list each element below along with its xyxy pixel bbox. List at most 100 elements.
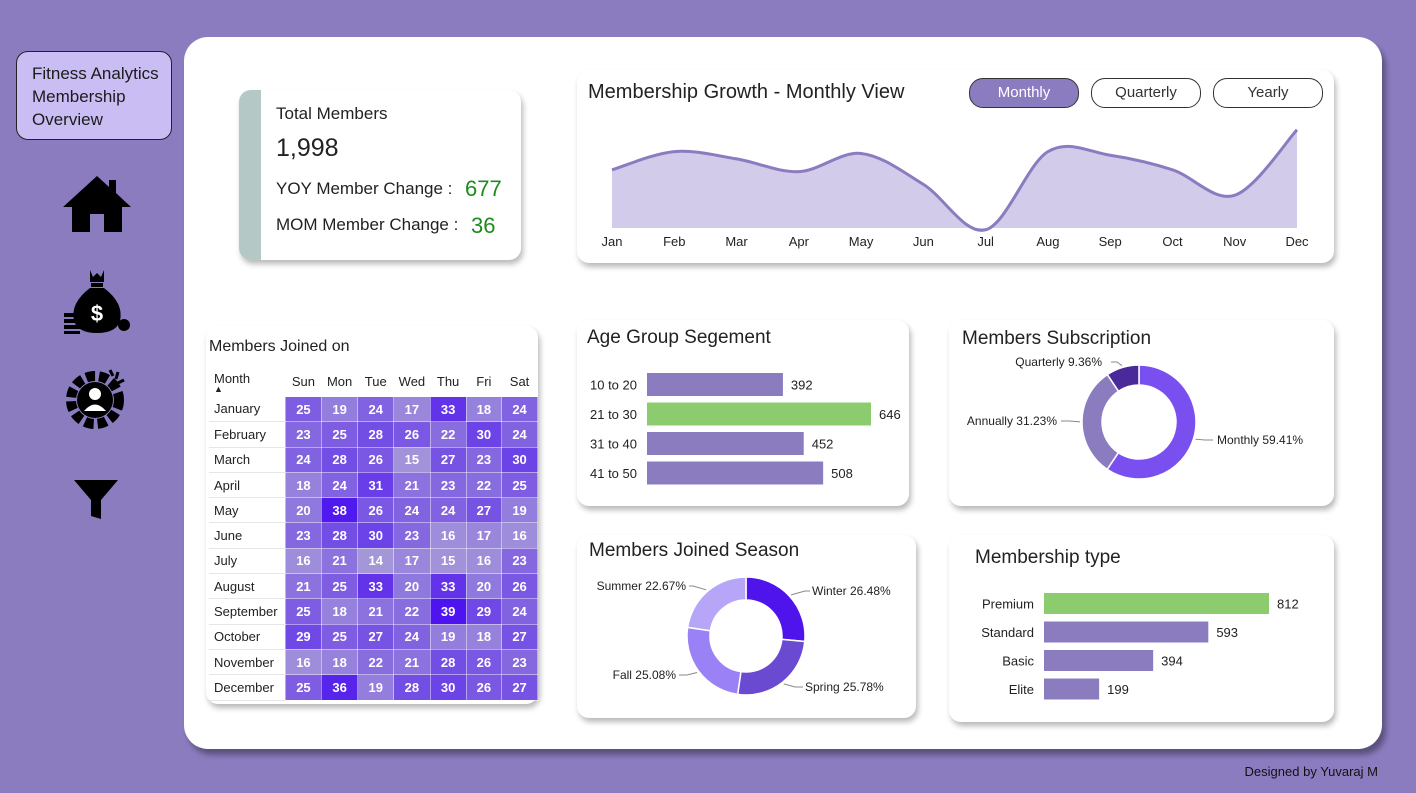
x-tick-label: Feb: [663, 234, 685, 249]
money-bag-icon[interactable]: $: [60, 265, 134, 335]
heatmap-cell: 17: [393, 547, 431, 575]
heatmap-cell: 18: [320, 598, 359, 625]
membership-growth-card: Membership Growth - Monthly View Monthly…: [577, 70, 1334, 263]
heatmap-cell: 15: [393, 446, 431, 473]
month-column-header[interactable]: Month ▲: [209, 366, 285, 397]
month-label: January: [209, 396, 286, 423]
month-label: June: [209, 522, 286, 549]
heatmap-cell: 20: [393, 573, 431, 600]
membership-type-card: Membership type Premium 812 Standard 593 Basi…: [949, 535, 1334, 722]
heatmap-cell: 23: [284, 421, 322, 448]
day-column-header: Thu: [436, 373, 460, 389]
heatmap-cell: 24: [320, 471, 359, 499]
slice-label: Spring 25.78%: [805, 680, 884, 694]
month-label: November: [209, 649, 286, 676]
bar: [647, 461, 824, 485]
heatmap-cell: 16: [501, 522, 538, 549]
heatmap-cell: 26: [357, 446, 395, 473]
slice-label: Monthly 59.41%: [1217, 433, 1303, 447]
month-label: July: [209, 548, 286, 575]
x-tick-label: Apr: [789, 234, 810, 249]
slice-label: Summer 22.67%: [597, 579, 687, 593]
heatmap-cell: 29: [284, 623, 322, 650]
category-label: Standard: [981, 625, 1034, 640]
bar: [1044, 650, 1154, 671]
filter-icon[interactable]: [60, 468, 134, 538]
heatmap-cell: 23: [465, 446, 503, 473]
heatmap-cell: 28: [429, 648, 467, 676]
category-label: 31 to 40: [590, 437, 637, 452]
heatmap-cell: 25: [320, 623, 359, 650]
data-label: 452: [812, 437, 834, 452]
heatmap-cell: 24: [357, 395, 395, 423]
heatmap-row: November 16 18 22 21 28 26 23: [209, 648, 538, 676]
heatmap-cell: 19: [429, 623, 467, 650]
leader-line: [679, 672, 698, 676]
category-label: Premium: [982, 597, 1034, 612]
heatmap-cell: 33: [429, 395, 467, 423]
heatmap-cell: 15: [429, 547, 467, 575]
heatmap-cell: 31: [357, 471, 395, 499]
heatmap-cell: 18: [465, 395, 503, 423]
x-tick-label: Sep: [1099, 234, 1122, 249]
bar: [647, 432, 804, 455]
heatmap-row: October 29 25 27 24 19 18 27: [209, 623, 538, 650]
heatmap-cell: 29: [465, 598, 503, 625]
heatmap-cell: 26: [465, 648, 503, 676]
month-label: March: [209, 447, 286, 473]
dashboard-title: Fitness Analytics Membership Overview: [16, 51, 172, 140]
heatmap-cell: 27: [501, 674, 538, 701]
heatmap-cell: 26: [501, 573, 538, 600]
heatmap-cell: 19: [501, 497, 538, 524]
title-line-1: Fitness Analytics: [32, 64, 159, 83]
season-card: Members Joined Season Winter 26.48% Spring…: [577, 535, 916, 718]
svg-text:$: $: [91, 301, 103, 326]
x-tick-label: Mar: [725, 234, 748, 249]
slice-label: Annually 31.23%: [967, 414, 1057, 428]
heatmap-cell: 25: [320, 573, 359, 600]
heatmap-cell: 28: [320, 522, 359, 549]
heatmap-cell: 22: [357, 648, 395, 676]
heatmap-cell: 24: [501, 598, 538, 625]
heatmap-cell: 24: [429, 497, 467, 524]
heatmap-cell: 17: [393, 395, 431, 423]
heatmap-cell: 19: [357, 674, 395, 701]
data-label: 593: [1216, 625, 1238, 640]
heatmap-cell: 30: [501, 446, 538, 473]
age-group-card: Age Group Segement 10 to 20 392 21 to 30 646…: [577, 320, 909, 506]
slice: [745, 576, 806, 643]
kpi-card: Total Members 1,998 YOY Member Change : …: [239, 90, 521, 260]
heatmap-cell: 30: [465, 421, 503, 448]
heatmap-cell: 25: [284, 674, 322, 701]
members-joined-on-card: Members Joined on Month ▲ Sun Mon Tue Wed Thu F…: [206, 326, 538, 704]
heatmap-cell: 21: [320, 547, 359, 575]
mom-change-label: MOM Member Change :: [276, 215, 459, 234]
heatmap-row: March 24 28 26 15 27 23 30: [209, 446, 538, 473]
heatmap-row: January 25 19 24 17 33 18 24: [209, 395, 538, 423]
chart-title: Members Joined Season: [589, 540, 799, 561]
slice-label: Quarterly 9.36%: [1015, 355, 1102, 369]
category-label: 10 to 20: [590, 378, 637, 393]
heatmap-cell: 19: [320, 395, 359, 423]
user-gear-icon[interactable]: [60, 362, 134, 432]
subscription-card: Members Subscription Monthly 59.41% Annual…: [949, 320, 1334, 506]
day-column-header: Mon: [326, 373, 353, 389]
data-label: 199: [1107, 682, 1129, 697]
day-column-header: Wed: [398, 373, 426, 389]
x-tick-label: Nov: [1223, 234, 1247, 249]
designer-credit: Designed by Yuvaraj M: [1244, 764, 1378, 779]
data-label: 646: [879, 407, 901, 422]
day-column-header: Tue: [364, 373, 387, 389]
leader-line: [1195, 438, 1213, 441]
heatmap-cell: 20: [284, 497, 322, 524]
heatmap-cell: 24: [393, 623, 431, 650]
bar: [1044, 593, 1269, 614]
heatmap-cell: 27: [429, 446, 467, 473]
leader-line: [783, 683, 803, 688]
growth-area-chart: Jan Feb Mar Apr May Jun Jul Aug Sep Oct Nov Dec: [602, 128, 1309, 249]
home-icon[interactable]: [60, 170, 134, 240]
heatmap-row: December 25 36 19 28 30 26 27: [209, 674, 538, 701]
day-column-header: Sun: [291, 373, 315, 389]
heatmap-cell: 16: [465, 547, 503, 575]
season-donut-chart: Members Joined Season Winter 26.48% Spring…: [589, 540, 891, 696]
